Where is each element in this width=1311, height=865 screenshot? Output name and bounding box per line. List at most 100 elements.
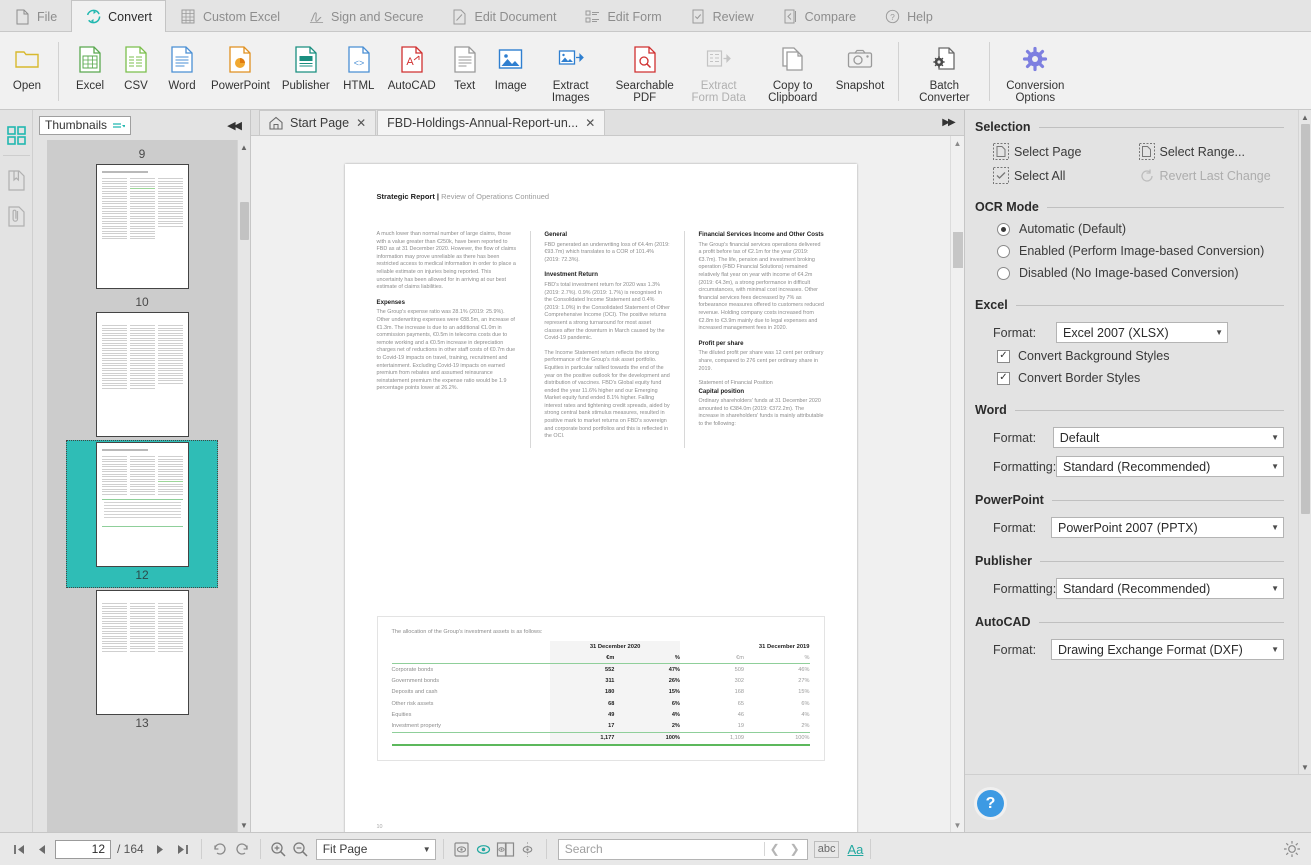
menu-tab-file[interactable]: File xyxy=(0,0,71,32)
facing-pages-view-button[interactable] xyxy=(495,838,517,860)
panel-scrollbar[interactable]: ▲ ▼ xyxy=(1298,110,1311,774)
ribbon-button-excel[interactable]: Excel xyxy=(67,38,113,92)
ribbon-button-text[interactable]: Text xyxy=(442,38,488,92)
autocad-format-select[interactable]: Drawing Exchange Format (DXF) ▼ xyxy=(1051,639,1284,660)
zoom-out-button[interactable] xyxy=(290,838,312,860)
thumbnail-item[interactable]: 10 xyxy=(66,292,218,440)
search-previous-button[interactable]: ❮ xyxy=(765,842,785,856)
menu-tab-compare[interactable]: Compare xyxy=(768,0,870,32)
thumbnail-item-selected[interactable]: 12 xyxy=(66,440,218,588)
word-formatting-select[interactable]: Standard (Recommended) ▼ xyxy=(1056,456,1284,477)
search-input[interactable] xyxy=(565,842,764,856)
menu-tab-convert[interactable]: Convert xyxy=(71,0,166,32)
close-icon[interactable]: ✕ xyxy=(356,116,366,130)
radio-indicator[interactable] xyxy=(997,245,1010,258)
ribbon-button-conversion-options[interactable]: Conversion Options xyxy=(998,38,1072,104)
ribbon-button-searchable-pdf[interactable]: Searchable PDF xyxy=(608,38,682,104)
search-box[interactable]: ❮ ❯ xyxy=(558,839,808,860)
thumbnails-mode-selector[interactable]: Thumbnails xyxy=(39,116,131,135)
rotate-counterclockwise-button[interactable] xyxy=(231,838,253,860)
ribbon-button-word[interactable]: Word xyxy=(159,38,205,92)
bookmarks-panel-icon[interactable] xyxy=(0,162,33,198)
expand-tabs-button[interactable]: ▶▶ xyxy=(932,110,964,135)
close-icon[interactable]: ✕ xyxy=(585,116,595,130)
help-button[interactable]: ? xyxy=(977,790,1004,817)
match-case-button[interactable]: Aa xyxy=(847,842,863,857)
ribbon-button-csv[interactable]: CSV xyxy=(113,38,159,92)
thumbnails-scroll-content: 9 10 xyxy=(47,140,237,832)
scrollbar-track[interactable] xyxy=(238,154,251,818)
select-page-button[interactable]: Select Page xyxy=(993,143,1139,160)
ribbon-button-html[interactable]: <> HTML xyxy=(336,38,382,92)
thumbnails-scrollbar[interactable]: ▲ ▼ xyxy=(237,140,250,832)
ribbon-button-copy-to-clipboard[interactable]: Copy to Clipboard xyxy=(756,38,830,104)
thumbnails-panel-icon[interactable] xyxy=(0,117,33,153)
radio-indicator[interactable] xyxy=(997,267,1010,280)
excel-format-select[interactable]: Excel 2007 (XLSX) ▼ xyxy=(1056,322,1228,343)
powerpoint-format-select[interactable]: PowerPoint 2007 (PPTX) ▼ xyxy=(1051,517,1284,538)
document-tab-fbd-report[interactable]: FBD-Holdings-Annual-Report-un... ✕ xyxy=(377,110,605,135)
ribbon-button-autocad[interactable]: A AutoCAD xyxy=(382,38,442,92)
ribbon-button-snapshot[interactable]: Snapshot xyxy=(830,38,891,92)
checkbox-indicator[interactable]: ✓ xyxy=(997,350,1010,363)
ribbon-button-publisher[interactable]: Publisher xyxy=(276,38,336,92)
ribbon-button-image[interactable]: Image xyxy=(488,38,534,92)
publisher-formatting-select[interactable]: Standard (Recommended) ▼ xyxy=(1056,578,1284,599)
scrollbar-track[interactable] xyxy=(1299,124,1311,760)
document-viewport[interactable]: Strategic Report | Review of Operations … xyxy=(251,136,950,832)
first-page-button[interactable] xyxy=(8,838,30,860)
scroll-up-icon[interactable]: ▲ xyxy=(1299,110,1311,124)
scroll-up-icon[interactable]: ▲ xyxy=(954,136,962,150)
ribbon-button-open[interactable]: Open xyxy=(4,38,50,92)
autocad-format-value: Drawing Exchange Format (DXF) xyxy=(1058,643,1267,657)
single-page-view-button[interactable] xyxy=(451,838,473,860)
col3-paragraph-3: Ordinary shareholders' funds at 31 Decem… xyxy=(698,398,824,428)
document-scrollbar[interactable]: ▲ ▼ xyxy=(950,136,964,832)
menu-tab-review[interactable]: Review xyxy=(676,0,768,32)
col2-paragraph-1: FBD generated an underwriting loss of €4… xyxy=(544,242,670,265)
rotate-clockwise-button[interactable] xyxy=(209,838,231,860)
last-page-button[interactable] xyxy=(172,838,194,860)
radio-indicator[interactable] xyxy=(997,223,1010,236)
ocr-radio-disabled[interactable]: Disabled (No Image-based Conversion) xyxy=(975,262,1284,284)
scrollbar-thumb[interactable] xyxy=(1301,124,1310,514)
ribbon-button-extract-images[interactable]: Extract Images xyxy=(534,38,608,104)
zoom-level-select[interactable]: Fit Page ▼ xyxy=(316,839,436,860)
excel-convert-background-styles-checkbox[interactable]: ✓ Convert Background Styles xyxy=(975,345,1284,367)
continuous-view-button[interactable] xyxy=(473,838,495,860)
scroll-down-icon[interactable]: ▼ xyxy=(238,818,251,832)
menu-tab-custom-excel[interactable]: Custom Excel xyxy=(166,0,294,32)
previous-page-button[interactable] xyxy=(30,838,52,860)
scroll-down-icon[interactable]: ▼ xyxy=(1299,760,1311,774)
cover-page-view-button[interactable] xyxy=(517,838,539,860)
brightness-icon[interactable] xyxy=(1281,838,1303,860)
ribbon-button-batch-converter[interactable]: Batch Converter xyxy=(907,38,981,104)
menu-tab-edit-document[interactable]: Edit Document xyxy=(437,0,570,32)
scrollbar-thumb[interactable] xyxy=(953,232,963,268)
thumbnail-item[interactable]: 9 xyxy=(66,144,218,292)
collapse-panel-button[interactable]: ◀◀ xyxy=(227,119,244,132)
select-range-button[interactable]: Select Range... xyxy=(1139,143,1285,160)
scroll-down-icon[interactable]: ▼ xyxy=(954,818,962,832)
attachments-panel-icon[interactable] xyxy=(0,198,33,234)
ocr-radio-automatic[interactable]: Automatic (Default) xyxy=(975,218,1284,240)
zoom-in-button[interactable] xyxy=(268,838,290,860)
checkbox-indicator[interactable]: ✓ xyxy=(997,372,1010,385)
next-page-button[interactable] xyxy=(150,838,172,860)
menu-tab-help[interactable]: ? Help xyxy=(870,0,947,32)
menu-tab-edit-form[interactable]: Edit Form xyxy=(570,0,675,32)
thumbnail-item[interactable]: 13 xyxy=(66,588,218,736)
ocr-radio-enabled[interactable]: Enabled (Perform Image-based Conversion) xyxy=(975,240,1284,262)
word-format-select[interactable]: Default ▼ xyxy=(1053,427,1284,448)
ribbon-button-powerpoint[interactable]: PowerPoint xyxy=(205,38,276,92)
search-next-button[interactable]: ❯ xyxy=(785,842,805,856)
excel-convert-border-styles-checkbox[interactable]: ✓ Convert Border Styles xyxy=(975,367,1284,389)
select-all-button[interactable]: Select All xyxy=(993,167,1139,184)
scrollbar-thumb[interactable] xyxy=(240,202,249,240)
document-tab-start-page[interactable]: Start Page ✕ xyxy=(259,110,376,135)
menu-tab-sign-and-secure[interactable]: Sign and Secure xyxy=(294,0,437,32)
scroll-up-icon[interactable]: ▲ xyxy=(238,140,251,154)
scrollbar-track[interactable] xyxy=(951,150,965,818)
spellcheck-button[interactable]: abc xyxy=(814,841,840,858)
page-number-input[interactable]: 12 xyxy=(55,840,111,859)
